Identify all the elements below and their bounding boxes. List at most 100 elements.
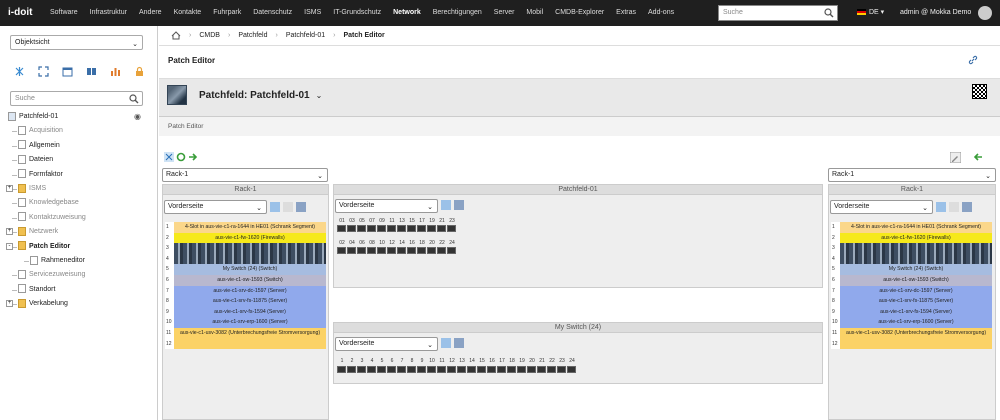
global-search-input[interactable]: Suche <box>718 5 838 21</box>
port-icon[interactable] <box>357 366 366 373</box>
link-off-icon[interactable] <box>283 202 293 212</box>
port-icon[interactable] <box>377 225 386 232</box>
port-icon[interactable] <box>377 247 386 254</box>
port-icon[interactable] <box>507 366 516 373</box>
port-icon[interactable] <box>397 366 406 373</box>
rack-slot[interactable]: 7 aus-vie-c1-srv-dc-1597 (Server) <box>831 285 992 297</box>
port-icon[interactable] <box>357 225 366 232</box>
port-icon[interactable] <box>437 366 446 373</box>
port-icon[interactable] <box>427 247 436 254</box>
nav-item-add-ons[interactable]: Add-ons <box>642 0 680 26</box>
expand-toggle-icon[interactable]: + <box>6 228 13 236</box>
nav-item-it-grundschutz[interactable]: IT-Grundschutz <box>327 0 387 26</box>
rack-slot[interactable]: 11 aus-vie-c1-usv-3082 (Unterbrechungsfre… <box>831 327 992 339</box>
rack-slot[interactable]: 7 aus-vie-c1-srv-dc-1597 (Server) <box>165 285 326 297</box>
nav-item-infrastruktur[interactable]: Infrastruktur <box>84 0 133 26</box>
port-icon[interactable] <box>387 225 396 232</box>
view-icon[interactable] <box>270 202 280 212</box>
print-icon[interactable] <box>296 202 306 212</box>
object-title[interactable]: Patchfeld: Patchfeld-01 ⌄ <box>199 90 322 101</box>
port-icon[interactable] <box>527 366 536 373</box>
rack-slot[interactable]: 5 My Switch (24) (Switch) <box>165 264 326 275</box>
switch-side-select[interactable]: Vorderseite ⌄ <box>335 337 438 351</box>
right-rack-select[interactable]: Rack-1 ⌄ <box>828 168 996 182</box>
tree-item[interactable]: + ISMS <box>6 182 153 196</box>
port-icon[interactable] <box>337 247 346 254</box>
print-icon[interactable] <box>962 202 972 212</box>
rack-slot[interactable]: 1 4-Slot in aus-vie-c1-ra-1644 in HE01 (S… <box>831 222 992 233</box>
port-icon[interactable] <box>447 366 456 373</box>
rack-slot[interactable]: 5 My Switch (24) (Switch) <box>831 264 992 275</box>
print-icon[interactable] <box>454 200 464 210</box>
expand-toggle-icon[interactable]: + <box>6 300 13 308</box>
breadcrumb-item[interactable]: Patchfeld <box>238 32 267 39</box>
tree-item[interactable]: Patchfeld-01 ◉ <box>8 110 153 124</box>
tree-item[interactable]: Formfaktor <box>8 168 153 182</box>
port-icon[interactable] <box>367 366 376 373</box>
tree-item[interactable]: Servicezuweisung <box>8 268 153 282</box>
port-icon[interactable] <box>447 225 456 232</box>
port-icon[interactable] <box>417 366 426 373</box>
nav-item-extras[interactable]: Extras <box>610 0 642 26</box>
port-icon[interactable] <box>367 247 376 254</box>
tree-item[interactable]: Allgemein <box>8 139 153 153</box>
expand-toggle-icon[interactable]: + <box>6 184 13 192</box>
nav-item-kontakte[interactable]: Kontakte <box>168 0 208 26</box>
search-icon[interactable] <box>824 8 834 18</box>
port-icon[interactable] <box>367 225 376 232</box>
port-icon[interactable] <box>387 366 396 373</box>
nav-item-server[interactable]: Server <box>488 0 521 26</box>
tree-item[interactable]: Rahmeneditor <box>8 254 153 268</box>
rack-slot[interactable]: 1 4-Slot in aus-vie-c1-ra-1644 in HE01 (S… <box>165 222 326 233</box>
port-icon[interactable] <box>567 366 576 373</box>
breadcrumb-item[interactable]: Patchfeld-01 <box>286 32 325 39</box>
port-icon[interactable] <box>437 225 446 232</box>
print-icon[interactable] <box>454 338 464 348</box>
view-select[interactable]: Objektsicht ⌄ <box>10 35 143 50</box>
port-icon[interactable] <box>407 225 416 232</box>
nav-item-mobil[interactable]: Mobil <box>520 0 549 26</box>
port-icon[interactable] <box>417 225 426 232</box>
port-icon[interactable] <box>547 366 556 373</box>
port-icon[interactable] <box>387 247 396 254</box>
port-icon[interactable] <box>427 225 436 232</box>
port-icon[interactable] <box>407 366 416 373</box>
nav-item-cmdb-explorer[interactable]: CMDB-Explorer <box>549 0 610 26</box>
patchfeld-side-select[interactable]: Vorderseite ⌄ <box>335 199 438 213</box>
port-icon[interactable] <box>337 366 346 373</box>
rack-slot[interactable]: 2 aus-vie-c1-fw-1620 (Firewalls) <box>831 232 992 244</box>
nav-item-fuhrpark[interactable]: Fuhrpark <box>207 0 247 26</box>
tree-item[interactable]: + Verkabelung <box>6 297 153 311</box>
edit-icon[interactable] <box>949 151 962 164</box>
eye-icon[interactable]: ◉ <box>134 110 141 124</box>
port-icon[interactable] <box>377 366 386 373</box>
port-icon[interactable] <box>437 247 446 254</box>
nav-item-datenschutz[interactable]: Datenschutz <box>247 0 298 26</box>
tree-item[interactable]: Knowledgebase <box>8 196 153 210</box>
bar-chart-icon[interactable] <box>110 66 121 77</box>
right-rack-side-select[interactable]: Vorderseite ⌄ <box>830 200 933 214</box>
rack-slot[interactable]: 8 aus-vie-c1-srv-fs-11875 (Server) <box>165 296 326 307</box>
chevron-down-icon[interactable]: ⌄ <box>316 91 323 100</box>
port-icon[interactable] <box>557 366 566 373</box>
rack-slot[interactable]: 6 aus-vie-c1-sw-1593 (Switch) <box>165 274 326 286</box>
left-rack-side-select[interactable]: Vorderseite ⌄ <box>164 200 267 214</box>
port-icon[interactable] <box>407 247 416 254</box>
nav-item-network[interactable]: Network <box>387 0 427 26</box>
view-icon[interactable] <box>441 338 451 348</box>
tree-item[interactable]: Acquisition <box>8 124 153 138</box>
rack-slot[interactable]: 9 aus-vie-c1-srv-fs-1594 (Server) <box>165 306 326 318</box>
port-icon[interactable] <box>457 366 466 373</box>
port-icon[interactable] <box>477 366 486 373</box>
rack-slot[interactable]: 9 aus-vie-c1-srv-fs-1594 (Server) <box>831 306 992 318</box>
view-icon[interactable] <box>936 202 946 212</box>
rack-slot[interactable]: 11 aus-vie-c1-usv-3082 (Unterbrechungsfre… <box>165 327 326 339</box>
rack-slot[interactable]: 4 <box>165 253 326 265</box>
book-icon[interactable] <box>86 66 97 77</box>
logo[interactable]: i-doit <box>8 4 34 22</box>
tree-item[interactable]: + Netzwerk <box>6 225 153 239</box>
port-icon[interactable] <box>347 225 356 232</box>
tree-item[interactable]: Standort <box>8 283 153 297</box>
qr-code-icon[interactable] <box>972 84 987 99</box>
port-icon[interactable] <box>357 247 366 254</box>
